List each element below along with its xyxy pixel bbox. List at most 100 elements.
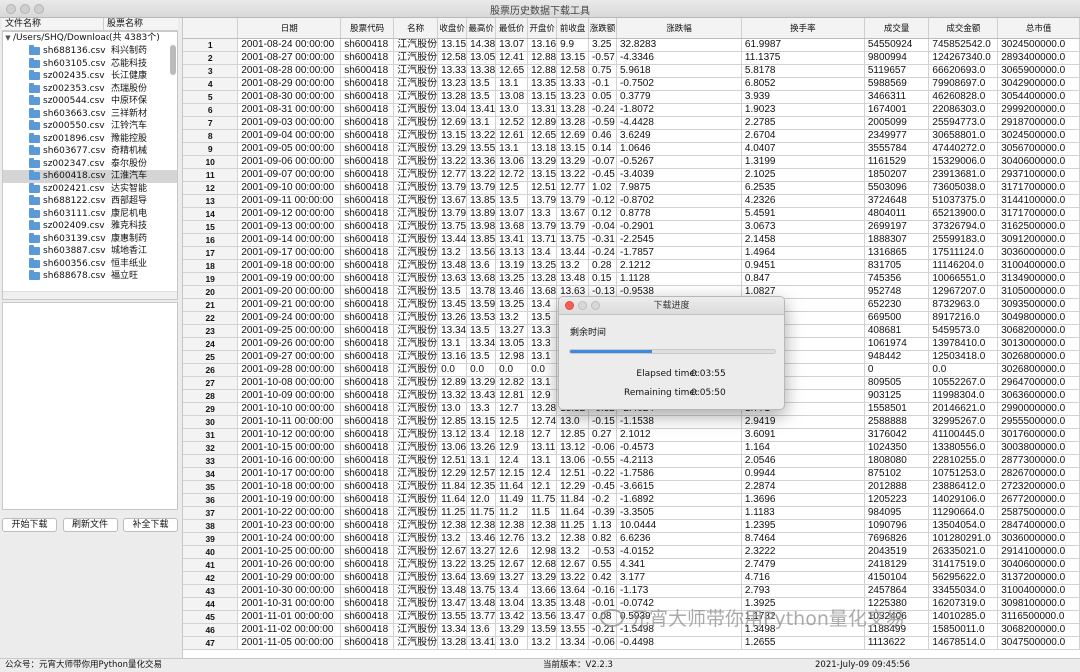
column-header[interactable]: 涨跌幅 — [616, 18, 742, 39]
row-index[interactable]: 6 — [183, 103, 239, 117]
table-row[interactable]: 10 2001-09-06 00:00:00 sh600418 江汽股份 13.22 13… — [183, 155, 1080, 169]
row-index[interactable]: 5 — [183, 90, 239, 104]
row-index[interactable]: 29 — [183, 402, 239, 416]
file-name-column-header[interactable]: 文件名称 — [2, 18, 104, 30]
file-list-item[interactable]: sh603139.csv 康惠制药 — [3, 232, 177, 246]
table-row[interactable]: 6 2001-08-31 00:00:00 sh600418 江汽股份 13.04 13.… — [183, 103, 1080, 117]
stock-name-column-header[interactable]: 股票名称 — [104, 18, 178, 30]
row-index[interactable]: 13 — [183, 194, 239, 208]
table-row[interactable]: 16 2001-09-14 00:00:00 sh600418 江汽股份 13.44 13… — [183, 233, 1080, 247]
row-index[interactable]: 3 — [183, 64, 239, 78]
table-row[interactable]: 42 2001-10-29 00:00:00 sh600418 江汽股份 13.64 13… — [183, 571, 1080, 585]
row-index[interactable]: 2 — [183, 51, 239, 65]
table-row[interactable]: 7 2001-09-03 00:00:00 sh600418 江汽股份 12.69 13.… — [183, 116, 1080, 130]
file-list-item[interactable]: sh603887.csv 城地香江 — [3, 245, 177, 258]
table-row[interactable]: 5 2001-08-30 00:00:00 sh600418 江汽股份 13.28 13.… — [183, 90, 1080, 104]
table-row[interactable]: 35 2001-10-18 00:00:00 sh600418 江汽股份 11.84 12… — [183, 480, 1080, 494]
row-index[interactable]: 20 — [183, 285, 239, 299]
file-list-item[interactable]: sz000544.csv 中原环保 — [3, 95, 177, 108]
table-row[interactable]: 9 2001-09-05 00:00:00 sh600418 江汽股份 13.29 13.… — [183, 142, 1080, 156]
dialog-minimize-button[interactable] — [578, 301, 587, 310]
table-row[interactable]: 43 2001-10-30 00:00:00 sh600418 江汽股份 13.48 13… — [183, 584, 1080, 598]
log-text-area[interactable] — [2, 302, 178, 510]
start-download-button[interactable]: 开始下载 — [2, 518, 57, 532]
row-index[interactable]: 1 — [183, 38, 239, 52]
row-index[interactable]: 16 — [183, 233, 239, 247]
file-list-item[interactable]: sz002409.csv 雅克科技 — [3, 220, 177, 233]
row-index[interactable]: 7 — [183, 116, 239, 130]
file-list-item[interactable]: sh603105.csv 芯能科技 — [3, 57, 177, 71]
tree-horizontal-scrollbar[interactable] — [3, 291, 177, 299]
table-row[interactable]: 12 2001-09-10 00:00:00 sh600418 江汽股份 13.79 13… — [183, 181, 1080, 195]
row-index[interactable]: 17 — [183, 246, 239, 260]
table-row[interactable]: 18 2001-09-18 00:00:00 sh600418 江汽股份 13.48 13… — [183, 259, 1080, 273]
column-header[interactable]: 名称 — [393, 18, 439, 39]
row-index[interactable]: 45 — [183, 610, 239, 624]
table-row[interactable]: 17 2001-09-17 00:00:00 sh600418 江汽股份 13.2 13.… — [183, 246, 1080, 260]
row-index[interactable]: 27 — [183, 376, 239, 390]
row-index[interactable]: 15 — [183, 220, 239, 234]
file-list-item[interactable]: sh688122.csv 西部超导 — [3, 195, 177, 208]
file-list-item[interactable]: sh603111.csv 康尼机电 — [3, 207, 177, 221]
tree-scrollbar[interactable] — [170, 45, 176, 75]
row-index[interactable]: 36 — [183, 493, 239, 507]
table-row[interactable]: 1 2001-08-24 00:00:00 sh600418 江汽股份 13.15 14.… — [183, 38, 1080, 52]
file-list-item[interactable]: sz002421.csv 达实智能 — [3, 182, 177, 196]
table-row[interactable]: 36 2001-10-19 00:00:00 sh600418 江汽股份 11.64 12… — [183, 493, 1080, 507]
file-list-item[interactable]: sz001896.csv 豫能控股 — [3, 132, 177, 146]
file-list-item[interactable]: sh603677.csv 奇精机械 — [3, 145, 177, 158]
row-index[interactable]: 21 — [183, 298, 239, 312]
row-index[interactable]: 38 — [183, 519, 239, 533]
row-index[interactable]: 40 — [183, 545, 239, 559]
row-index[interactable]: 31 — [183, 428, 239, 442]
row-index[interactable]: 18 — [183, 259, 239, 273]
column-header[interactable]: 开盘价 — [527, 18, 558, 39]
row-index[interactable]: 10 — [183, 155, 239, 169]
row-index-header[interactable] — [183, 18, 239, 39]
row-index[interactable]: 42 — [183, 571, 239, 585]
column-header[interactable]: 股票代码 — [340, 18, 395, 39]
table-row[interactable]: 32 2001-10-15 00:00:00 sh600418 江汽股份 13.06 13… — [183, 441, 1080, 455]
table-row[interactable]: 14 2001-09-12 00:00:00 sh600418 江汽股份 13.79 13… — [183, 207, 1080, 221]
file-list-item[interactable]: sh600356.csv 恒丰纸业 — [3, 257, 177, 271]
dialog-zoom-button[interactable] — [591, 301, 600, 310]
file-list-item[interactable]: sz002347.csv 泰尔股份 — [3, 157, 177, 171]
table-row[interactable]: 8 2001-09-04 00:00:00 sh600418 江汽股份 13.15 13.… — [183, 129, 1080, 143]
file-list-item[interactable]: sh688136.csv 科兴制药 — [3, 45, 177, 58]
table-row[interactable]: 37 2001-10-22 00:00:00 sh600418 江汽股份 11.25 11… — [183, 506, 1080, 520]
row-index[interactable]: 14 — [183, 207, 239, 221]
table-row[interactable]: 30 2001-10-11 00:00:00 sh600418 江汽股份 12.85 13… — [183, 415, 1080, 429]
row-index[interactable]: 19 — [183, 272, 239, 286]
row-index[interactable]: 44 — [183, 597, 239, 611]
file-list-item[interactable]: sz002353.csv 杰瑞股份 — [3, 82, 177, 96]
table-row[interactable]: 13 2001-09-11 00:00:00 sh600418 江汽股份 13.67 13… — [183, 194, 1080, 208]
row-index[interactable]: 37 — [183, 506, 239, 520]
table-row[interactable]: 11 2001-09-07 00:00:00 sh600418 江汽股份 12.77 13… — [183, 168, 1080, 182]
table-row[interactable]: 47 2001-11-05 00:00:00 sh600418 江汽股份 13.28 13… — [183, 636, 1080, 650]
column-header[interactable]: 总市值 — [997, 18, 1080, 39]
table-row[interactable]: 31 2001-10-12 00:00:00 sh600418 江汽股份 13.12 13… — [183, 428, 1080, 442]
table-row[interactable]: 40 2001-10-25 00:00:00 sh600418 江汽股份 12.67 13… — [183, 545, 1080, 559]
column-header[interactable]: 收盘价 — [437, 18, 468, 39]
complete-download-button[interactable]: 补全下载 — [123, 518, 178, 532]
row-index[interactable]: 39 — [183, 532, 239, 546]
table-row[interactable]: 34 2001-10-17 00:00:00 sh600418 江汽股份 12.29 12… — [183, 467, 1080, 481]
row-index[interactable]: 30 — [183, 415, 239, 429]
row-index[interactable]: 34 — [183, 467, 239, 481]
column-header[interactable]: 成交金额 — [928, 18, 999, 39]
file-list-item[interactable]: sh600418.csv 江淮汽车 — [3, 170, 177, 183]
row-index[interactable]: 43 — [183, 584, 239, 598]
row-index[interactable]: 26 — [183, 363, 239, 377]
row-index[interactable]: 9 — [183, 142, 239, 156]
row-index[interactable]: 22 — [183, 311, 239, 325]
table-row[interactable]: 3 2001-08-28 00:00:00 sh600418 江汽股份 13.33 13.… — [183, 64, 1080, 78]
file-list-item[interactable]: sz002435.csv 长江健康 — [3, 70, 177, 83]
dialog-close-button[interactable] — [565, 301, 574, 310]
row-index[interactable]: 32 — [183, 441, 239, 455]
file-list-item[interactable]: sz000550.csv 江铃汽车 — [3, 120, 177, 133]
table-row[interactable]: 15 2001-09-13 00:00:00 sh600418 江汽股份 13.75 13… — [183, 220, 1080, 234]
row-index[interactable]: 46 — [183, 623, 239, 637]
row-index[interactable]: 24 — [183, 337, 239, 351]
file-tree[interactable]: ▼ /Users/SHQ/Downloads/Pr (共 4383个) sh68… — [2, 31, 178, 300]
row-index[interactable]: 41 — [183, 558, 239, 572]
